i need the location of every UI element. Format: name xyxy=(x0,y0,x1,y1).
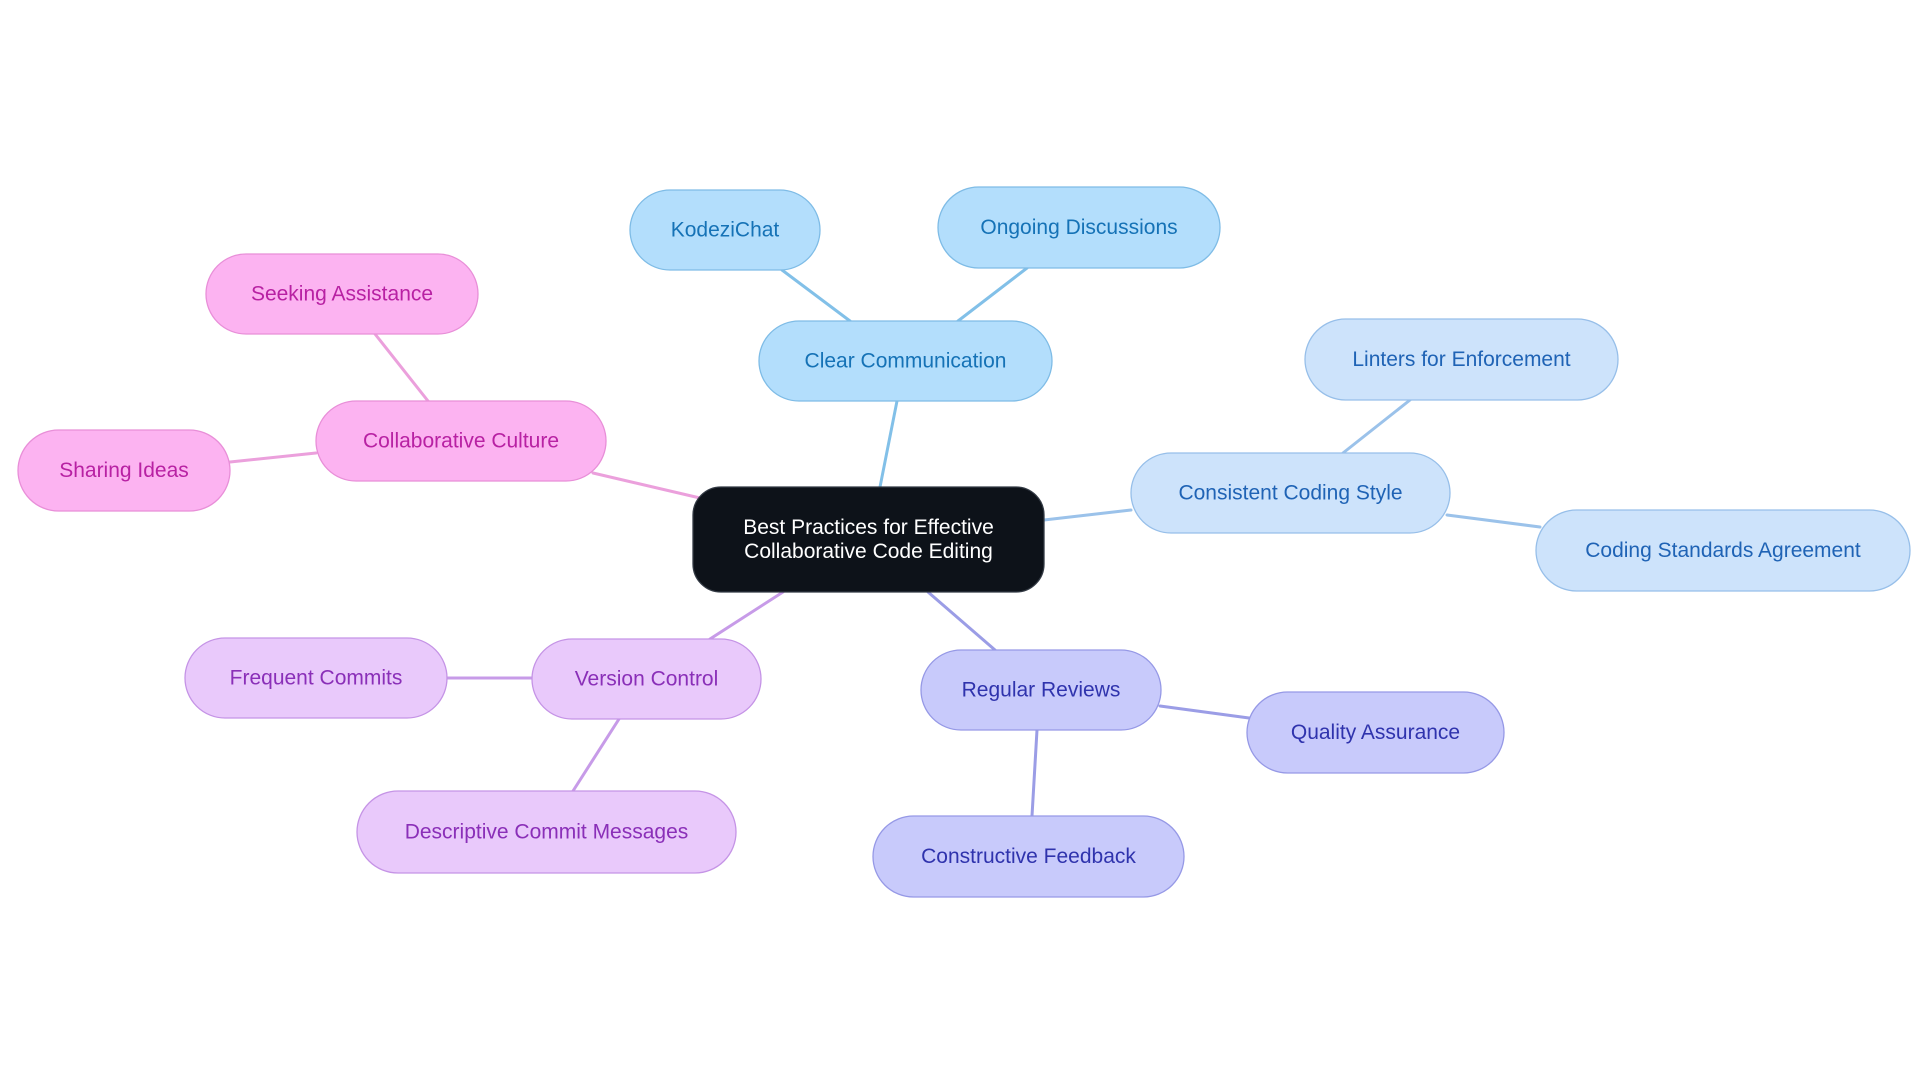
mindmap-canvas: Best Practices for EffectiveCollaborativ… xyxy=(17,186,1911,898)
edge-consistent-coding-style-to-linters-for-enforcement xyxy=(1341,398,1412,455)
descriptive-commit-messages-label: Descriptive Commit Messages xyxy=(405,821,689,844)
edge-regular-reviews-to-quality-assurance xyxy=(1158,704,1251,720)
root-label-line-2: Collaborative Code Editing xyxy=(744,540,993,563)
edge-clear-communication-to-kodezichat xyxy=(780,268,852,323)
node-version-control[interactable]: Version Control xyxy=(531,638,762,720)
node-consistent-coding-style[interactable]: Consistent Coding Style xyxy=(1130,452,1451,534)
nodes-layer: Best Practices for EffectiveCollaborativ… xyxy=(17,186,1911,898)
node-coding-standards-agreement[interactable]: Coding Standards Agreement xyxy=(1535,509,1911,592)
collaborative-culture-label: Collaborative Culture xyxy=(363,430,559,453)
edge-root-to-collaborative-culture xyxy=(591,471,702,500)
clear-communication-label: Clear Communication xyxy=(805,350,1007,373)
node-constructive-feedback[interactable]: Constructive Feedback xyxy=(872,815,1185,898)
edge-consistent-coding-style-to-coding-standards-agreement xyxy=(1445,513,1542,529)
sharing-ideas-label: Sharing Ideas xyxy=(59,459,189,482)
node-descriptive-commit-messages[interactable]: Descriptive Commit Messages xyxy=(356,790,737,874)
constructive-feedback-label: Constructive Feedback xyxy=(921,845,1136,868)
node-quality-assurance[interactable]: Quality Assurance xyxy=(1246,691,1505,774)
frequent-commits-label: Frequent Commits xyxy=(230,667,403,690)
root-node[interactable]: Best Practices for EffectiveCollaborativ… xyxy=(692,486,1045,593)
linters-for-enforcement-label: Linters for Enforcement xyxy=(1352,348,1570,371)
quality-assurance-label: Quality Assurance xyxy=(1291,721,1460,744)
edge-root-to-consistent-coding-style xyxy=(1042,508,1133,522)
edge-root-to-version-control xyxy=(708,590,785,641)
ongoing-discussions-label: Ongoing Discussions xyxy=(980,216,1177,239)
node-collaborative-culture[interactable]: Collaborative Culture xyxy=(315,400,607,482)
node-kodezichat[interactable]: KodeziChat xyxy=(629,189,821,271)
edge-root-to-clear-communication xyxy=(878,399,899,489)
edge-root-to-regular-reviews xyxy=(926,590,997,652)
coding-standards-agreement-label: Coding Standards Agreement xyxy=(1585,539,1861,562)
node-ongoing-discussions[interactable]: Ongoing Discussions xyxy=(937,186,1221,269)
node-linters-for-enforcement[interactable]: Linters for Enforcement xyxy=(1304,318,1619,401)
edge-regular-reviews-to-constructive-feedback xyxy=(1030,728,1039,818)
consistent-coding-style-label: Consistent Coding Style xyxy=(1178,482,1402,505)
edge-collaborative-culture-to-sharing-ideas xyxy=(228,451,318,464)
node-regular-reviews[interactable]: Regular Reviews xyxy=(920,649,1162,731)
edge-collaborative-culture-to-seeking-assistance xyxy=(373,332,430,403)
edge-clear-communication-to-ongoing-discussions xyxy=(956,266,1029,323)
root-label-line-1: Best Practices for Effective xyxy=(743,516,994,539)
regular-reviews-label: Regular Reviews xyxy=(962,679,1121,702)
node-seeking-assistance[interactable]: Seeking Assistance xyxy=(205,253,479,335)
seeking-assistance-label: Seeking Assistance xyxy=(251,283,433,306)
node-sharing-ideas[interactable]: Sharing Ideas xyxy=(17,429,231,512)
node-frequent-commits[interactable]: Frequent Commits xyxy=(184,637,448,719)
edge-version-control-to-descriptive-commit-messages xyxy=(571,717,621,793)
kodezichat-label: KodeziChat xyxy=(671,219,780,242)
version-control-label: Version Control xyxy=(575,668,719,691)
node-clear-communication[interactable]: Clear Communication xyxy=(758,320,1053,402)
